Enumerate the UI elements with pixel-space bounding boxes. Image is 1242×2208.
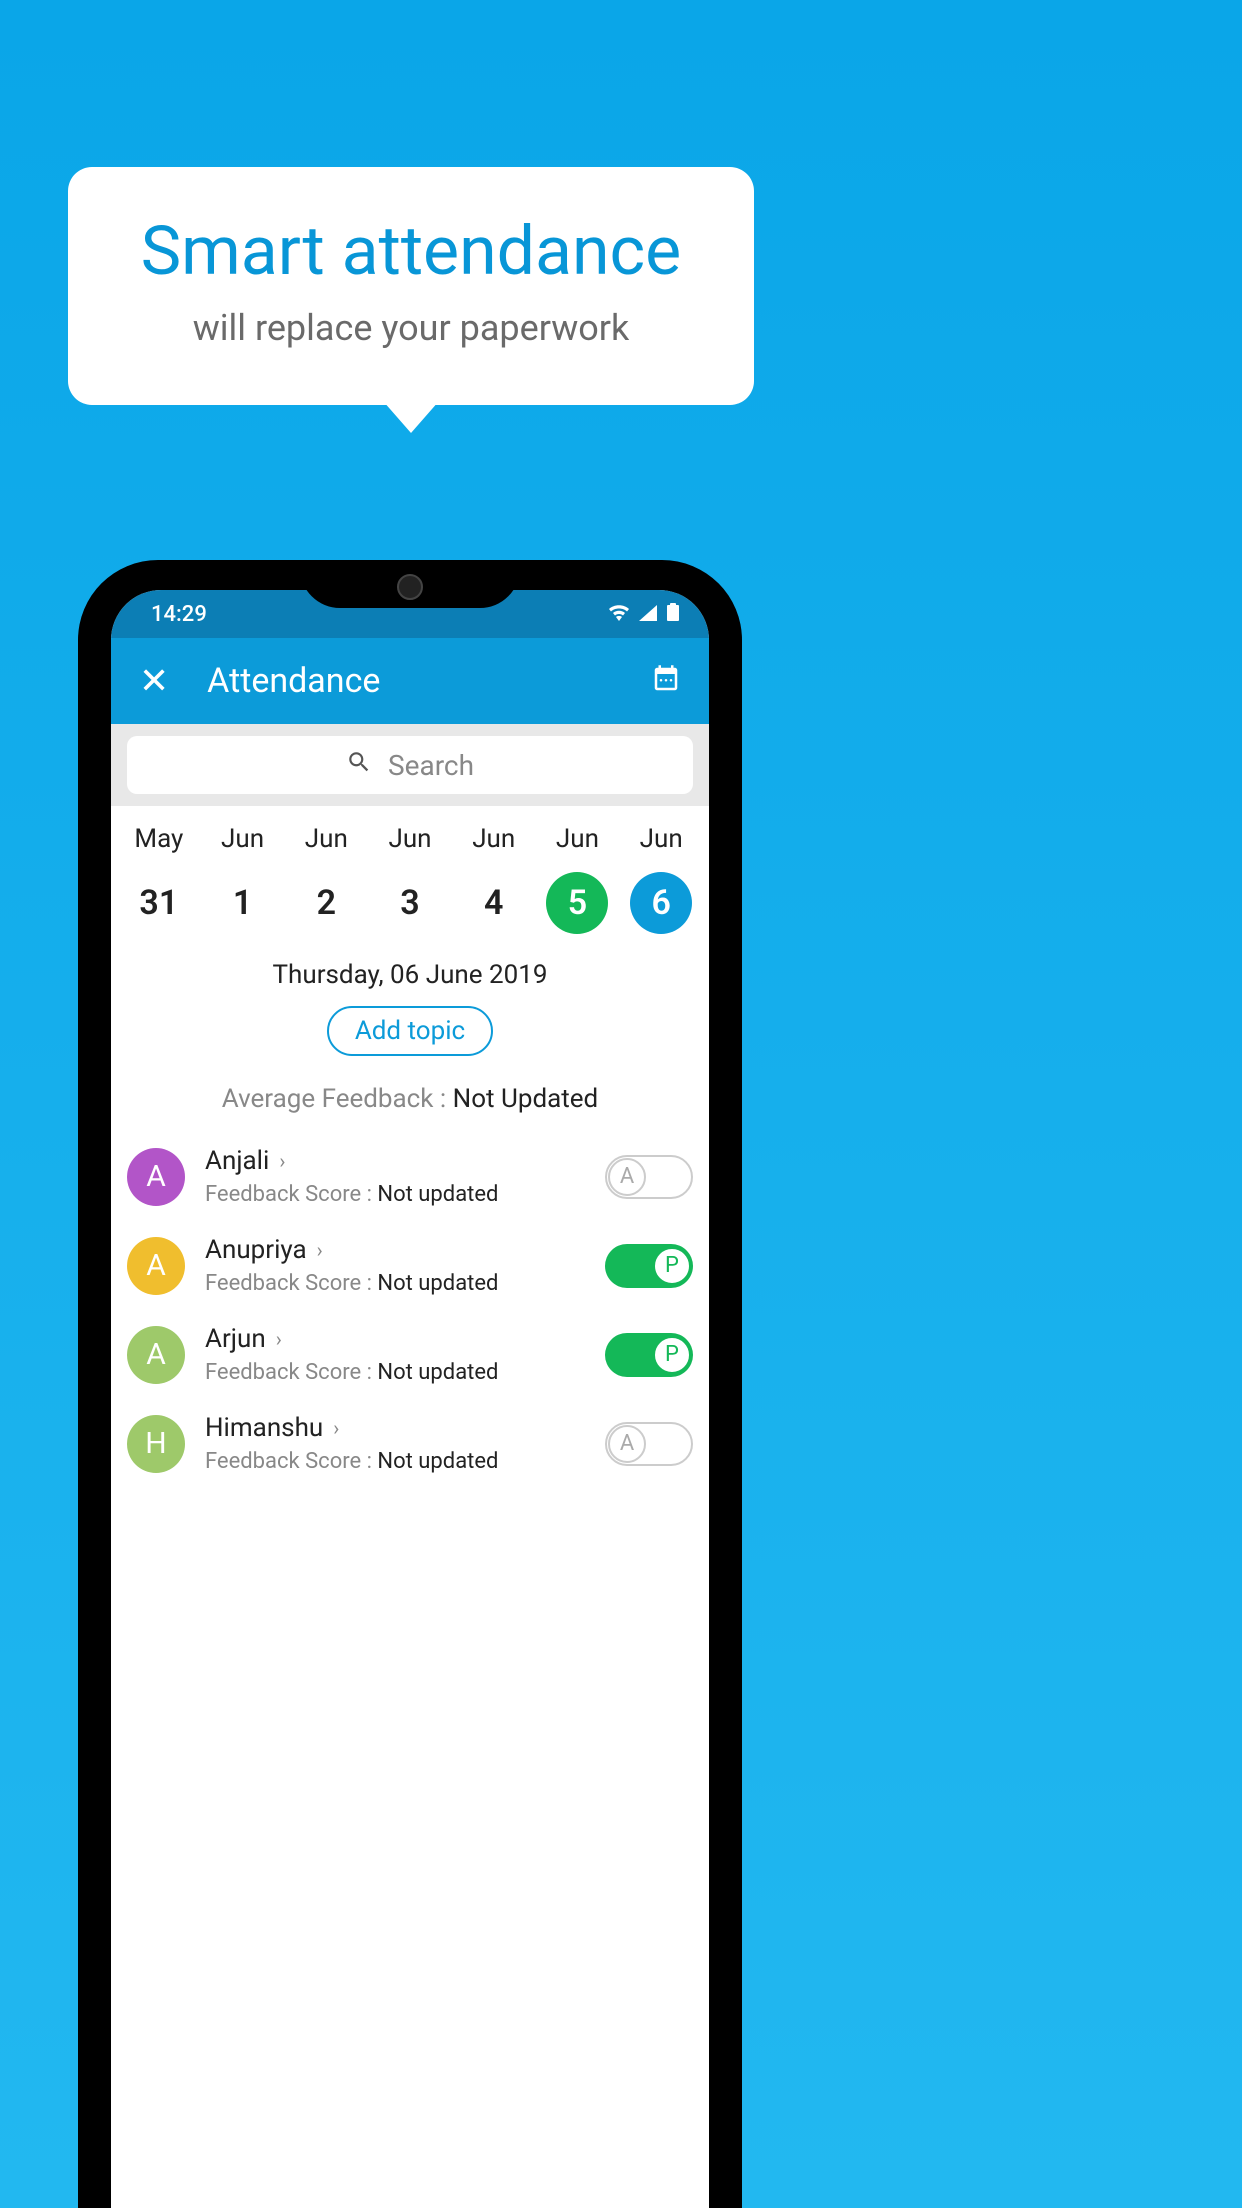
feedback-value: Not updated [377, 1182, 498, 1207]
toggle-knob: A [608, 1425, 646, 1463]
feedback-value: Not updated [377, 1271, 498, 1296]
date-month: May [134, 824, 183, 854]
feedback-label: Feedback Score : [205, 1271, 377, 1296]
avatar: A [127, 1326, 185, 1384]
chevron-right-icon: › [333, 1416, 339, 1440]
phone-screen: 14:29 ✕ Attendance [111, 590, 709, 2208]
date-item[interactable]: May 31 [117, 824, 201, 934]
feedback-value: Not updated [377, 1360, 498, 1385]
date-day: 6 [630, 872, 692, 934]
avg-feedback-value: Not Updated [453, 1084, 599, 1114]
add-topic-button[interactable]: Add topic [327, 1006, 493, 1056]
search-section: Search [111, 724, 709, 806]
status-icons [609, 602, 679, 627]
phone-frame: 14:29 ✕ Attendance [78, 560, 742, 2208]
phone-notch [300, 560, 520, 608]
date-scroll[interactable]: May 31 Jun 1 Jun 2 Jun 3 Jun 4 Jun 5 Jun 6 [111, 806, 709, 954]
date-header: Thursday, 06 June 2019 Add topic [111, 954, 709, 1070]
student-info: Anupriya › Feedback Score : Not updated [205, 1235, 585, 1296]
student-name: Arjun [205, 1324, 266, 1354]
attendance-toggle[interactable]: P [605, 1244, 693, 1288]
date-item[interactable]: Jun 2 [284, 824, 368, 934]
search-icon [346, 749, 372, 782]
student-row[interactable]: A Anupriya › Feedback Score : Not updated P [127, 1221, 693, 1310]
status-time: 14:29 [151, 602, 207, 627]
date-item[interactable]: Jun 6 [619, 824, 703, 934]
student-name: Anupriya [205, 1235, 307, 1265]
date-item[interactable]: Jun 3 [368, 824, 452, 934]
toggle-knob: A [608, 1158, 646, 1196]
student-name: Anjali [205, 1146, 269, 1176]
calendar-icon[interactable] [651, 664, 681, 698]
app-bar: ✕ Attendance [111, 638, 709, 724]
chevron-right-icon: › [279, 1149, 285, 1173]
promo-speech-bubble: Smart attendance will replace your paper… [68, 167, 754, 405]
student-name: Himanshu [205, 1413, 323, 1443]
date-day: 2 [295, 872, 357, 934]
student-row[interactable]: A Arjun › Feedback Score : Not updated P [127, 1310, 693, 1399]
attendance-toggle[interactable]: A [605, 1155, 693, 1199]
average-feedback: Average Feedback : Not Updated [111, 1070, 709, 1132]
feedback-label: Feedback Score : [205, 1182, 377, 1207]
date-item[interactable]: Jun 5 [536, 824, 620, 934]
date-month: Jun [472, 824, 515, 854]
chevron-right-icon: › [317, 1238, 323, 1262]
date-month: Jun [305, 824, 348, 854]
avg-feedback-label: Average Feedback : [222, 1084, 453, 1114]
date-day: 4 [463, 872, 525, 934]
student-row[interactable]: A Anjali › Feedback Score : Not updated A [127, 1132, 693, 1221]
date-day: 3 [379, 872, 441, 934]
avatar: A [127, 1148, 185, 1206]
student-row[interactable]: H Himanshu › Feedback Score : Not updated A [127, 1399, 693, 1488]
promo-subtitle: will replace your paperwork [88, 307, 734, 349]
date-month: Jun [221, 824, 264, 854]
attendance-toggle[interactable]: P [605, 1333, 693, 1377]
chevron-right-icon: › [276, 1327, 282, 1351]
date-item[interactable]: Jun 1 [201, 824, 285, 934]
toggle-knob: P [653, 1336, 691, 1374]
search-placeholder: Search [388, 749, 474, 782]
selected-date: Thursday, 06 June 2019 [111, 960, 709, 990]
student-info: Anjali › Feedback Score : Not updated [205, 1146, 585, 1207]
wifi-icon [609, 602, 629, 627]
signal-icon [639, 602, 657, 627]
student-info: Himanshu › Feedback Score : Not updated [205, 1413, 585, 1474]
attendance-toggle[interactable]: A [605, 1422, 693, 1466]
close-icon[interactable]: ✕ [139, 660, 169, 702]
date-month: Jun [556, 824, 599, 854]
feedback-label: Feedback Score : [205, 1449, 377, 1474]
date-day: 5 [546, 872, 608, 934]
date-month: Jun [640, 824, 683, 854]
app-title: Attendance [207, 661, 613, 701]
battery-icon [667, 602, 679, 627]
avatar: H [127, 1415, 185, 1473]
feedback-value: Not updated [377, 1449, 498, 1474]
feedback-label: Feedback Score : [205, 1360, 377, 1385]
student-list: AAnjali›Feedback Score : Not updatedAAAn… [111, 1132, 709, 1488]
toggle-knob: P [653, 1247, 691, 1285]
date-item[interactable]: Jun 4 [452, 824, 536, 934]
search-input[interactable]: Search [127, 736, 693, 794]
student-info: Arjun › Feedback Score : Not updated [205, 1324, 585, 1385]
promo-title: Smart attendance [88, 211, 734, 291]
avatar: A [127, 1237, 185, 1295]
date-day: 1 [212, 872, 274, 934]
date-day: 31 [128, 872, 190, 934]
date-month: Jun [388, 824, 431, 854]
